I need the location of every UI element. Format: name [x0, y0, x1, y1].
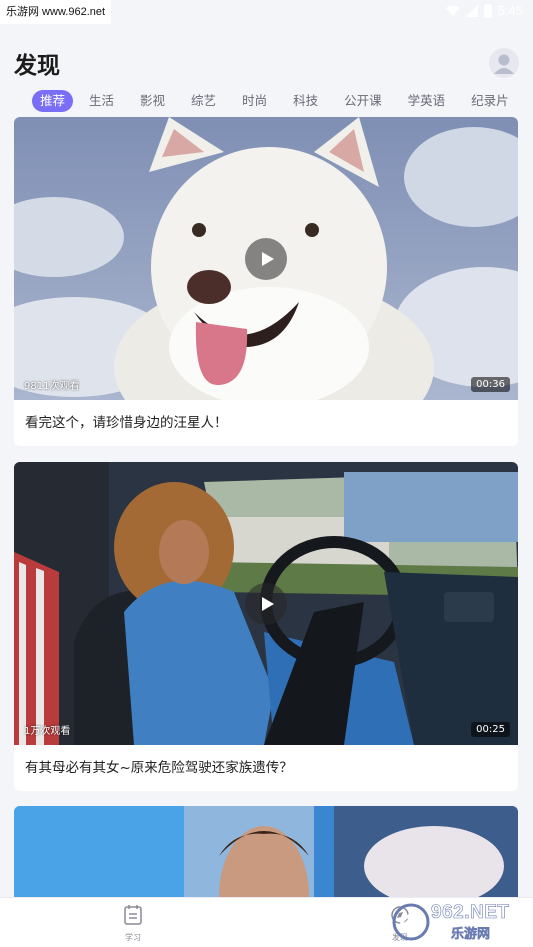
- status-icons: 5:45: [445, 3, 523, 18]
- view-count: 1万次观看: [24, 726, 71, 737]
- status-time: 5:45: [497, 3, 523, 18]
- tab-movies[interactable]: 影视: [132, 90, 173, 112]
- nav-label-study: 学习: [125, 933, 141, 942]
- video-card[interactable]: 1万次观看 00:25 有其母必有其女~原来危险驾驶还家族遗传？: [14, 462, 518, 791]
- watermark-top-left: 乐游网 www.962.net: [0, 0, 112, 24]
- man-on-stage-icon: [14, 806, 518, 897]
- wifi-icon: [445, 5, 460, 16]
- watermark-logo-icon: [392, 903, 430, 941]
- video-title[interactable]: 有其母必有其女~原来危险驾驶还家族遗传？: [14, 745, 518, 791]
- watermark-sub: 乐游网: [451, 927, 491, 943]
- watermark-brand: 962.NET: [431, 902, 510, 924]
- user-avatar-icon: [494, 54, 514, 74]
- status-bar: 乐游网 www.962.net 5:45: [0, 0, 533, 24]
- play-icon: [262, 252, 274, 266]
- view-count: 9811次观看: [24, 381, 80, 392]
- tab-fashion[interactable]: 时尚: [234, 90, 275, 112]
- video-card[interactable]: [14, 806, 518, 897]
- play-button[interactable]: [245, 583, 287, 625]
- video-title[interactable]: 看完这个，请珍惜身边的汪星人！: [14, 400, 518, 446]
- tab-variety[interactable]: 综艺: [183, 90, 224, 112]
- tab-learn-english[interactable]: 学英语: [400, 90, 454, 112]
- watermark-bottom-right: 962.NET 乐游网: [391, 901, 527, 943]
- nav-item-study[interactable]: 学习: [113, 904, 153, 943]
- video-thumbnail[interactable]: 9811次观看 00:36: [14, 117, 518, 400]
- video-thumbnail[interactable]: [14, 806, 518, 897]
- tab-documentary[interactable]: 纪录片: [463, 90, 517, 112]
- play-icon: [262, 597, 274, 611]
- tab-life[interactable]: 生活: [81, 90, 122, 112]
- avatar[interactable]: [489, 48, 519, 78]
- battery-icon: [483, 3, 492, 18]
- category-tabs: 推荐 生活 影视 综艺 时尚 科技 公开课 学英语 纪录片: [32, 89, 517, 113]
- video-thumbnail[interactable]: 1万次观看 00:25: [14, 462, 518, 745]
- tab-recommend[interactable]: 推荐: [32, 90, 74, 112]
- play-button[interactable]: [245, 238, 287, 280]
- page-title: 发现: [14, 53, 60, 79]
- tab-tech[interactable]: 科技: [285, 90, 326, 112]
- video-card[interactable]: 9811次观看 00:36 看完这个，请珍惜身边的汪星人！: [14, 117, 518, 446]
- video-duration: 00:25: [471, 722, 510, 737]
- notebook-icon: [124, 905, 142, 925]
- tab-open-course[interactable]: 公开课: [336, 90, 390, 112]
- signal-icon: [465, 4, 478, 17]
- video-duration: 00:36: [471, 377, 510, 392]
